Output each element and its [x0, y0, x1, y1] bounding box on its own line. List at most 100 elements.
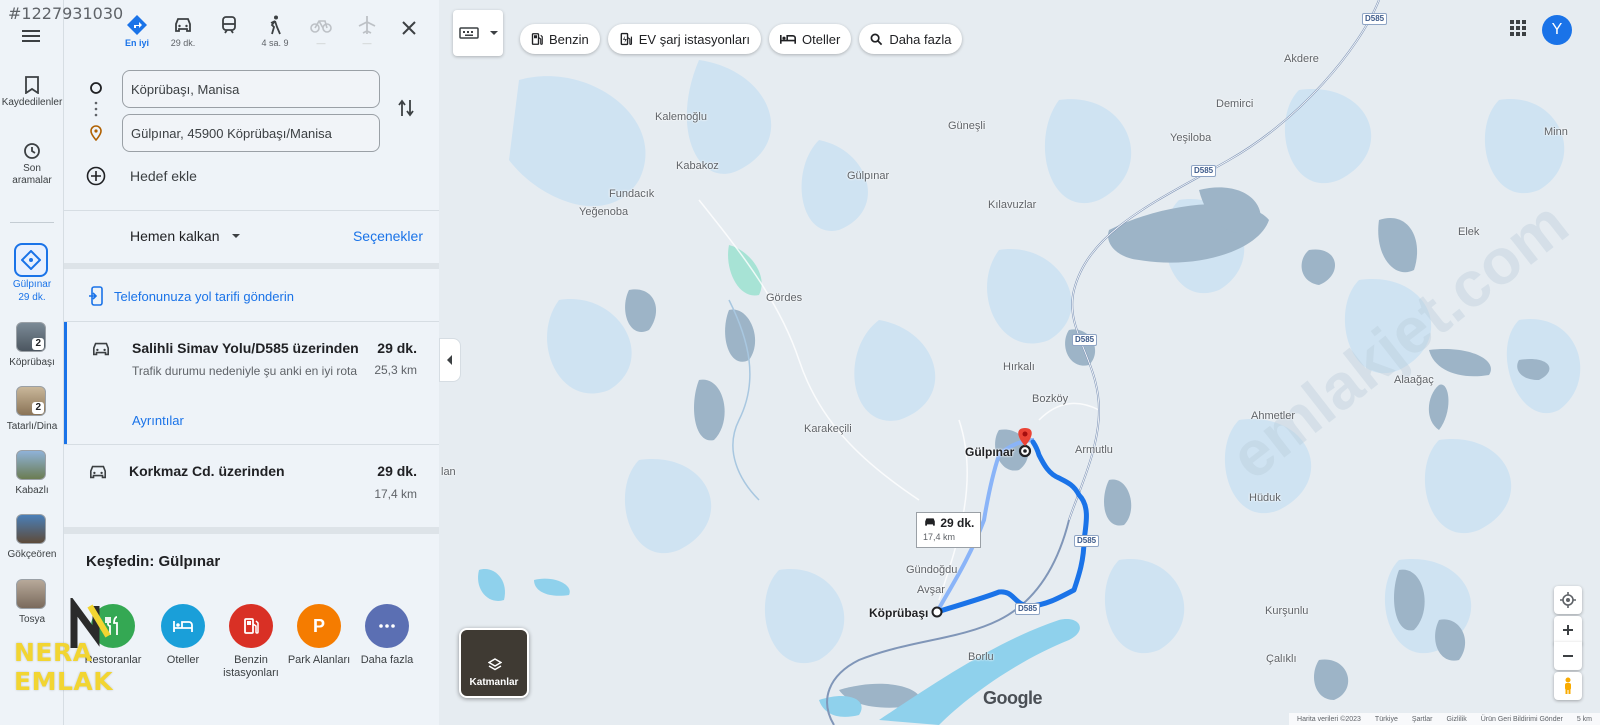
recent-place-thumb-0[interactable]: 2 — [16, 322, 46, 352]
recent-button[interactable]: Son aramalar — [0, 142, 64, 187]
route-title: Korkmaz Cd. üzerinden — [129, 463, 285, 479]
chip-gas[interactable]: Benzin — [520, 24, 600, 54]
route-details-link[interactable]: Ayrıntılar — [132, 413, 184, 428]
place-label: Kalemoğlu — [655, 111, 707, 123]
place-label: Kılavuzlar — [988, 199, 1037, 211]
explore-parking-button[interactable]: P Park Alanları — [282, 604, 356, 666]
explore-label: Oteller — [166, 654, 200, 666]
route-distance: 17,4 km — [374, 487, 417, 501]
add-circle-icon — [86, 166, 106, 186]
road-badge: D585 — [1015, 603, 1041, 615]
menu-button[interactable] — [0, 28, 64, 47]
send-to-phone-label: Telefonunuza yol tarifi gönderin — [114, 288, 294, 304]
place-label: Borlu — [968, 651, 994, 663]
origin-label[interactable]: Köprübaşı — [869, 606, 928, 620]
explore-more-button[interactable]: Daha fazla — [350, 604, 424, 666]
minus-icon — [1563, 655, 1573, 657]
map-canvas[interactable]: emlakjet.com Akdere Demirci Kalemoğlu Gü… — [439, 0, 1600, 725]
collapse-panel-button[interactable] — [439, 338, 461, 382]
transit-icon — [222, 16, 236, 34]
explore-title: Keşfedin: Gülpınar — [86, 553, 221, 570]
history-icon — [24, 143, 40, 159]
street-view-button[interactable] — [1554, 672, 1582, 700]
google-apps-button[interactable] — [1510, 20, 1526, 41]
car-icon — [925, 518, 935, 526]
swap-icon — [398, 99, 414, 117]
input-tools-button[interactable] — [453, 10, 503, 56]
selected-destination-button[interactable] — [14, 243, 48, 277]
place-label: Elek — [1458, 226, 1480, 238]
place-label: Güneşli — [948, 120, 986, 132]
my-location-button[interactable] — [1554, 586, 1582, 614]
destination-pin-icon — [89, 125, 103, 146]
tab-transit[interactable] — [206, 14, 252, 38]
destination-field[interactable] — [122, 114, 380, 152]
google-logo: Google — [983, 688, 1043, 708]
destination-label[interactable]: Gülpınar — [965, 445, 1014, 459]
my-location-icon — [1560, 592, 1576, 608]
saved-label: Kaydedilenler — [1, 97, 63, 108]
recent-place-label-3: Gökçeören — [7, 549, 57, 560]
route-distance: 25,3 km — [374, 363, 417, 377]
place-label: Kurşunlu — [1265, 605, 1309, 617]
place-label: Çalıklı — [1266, 653, 1297, 665]
recent-place-thumb-3[interactable] — [16, 514, 46, 544]
tab-flights[interactable]: — — [344, 14, 390, 48]
send-to-phone-icon — [89, 286, 103, 306]
origin-marker-icon — [89, 81, 103, 100]
divider — [64, 210, 439, 211]
add-destination-label: Hedef ekle — [130, 168, 197, 184]
route-time: 29 dk. — [377, 463, 417, 479]
tab-walking[interactable]: 4 sa. 9 — [252, 14, 298, 48]
account-avatar[interactable]: Y — [1542, 15, 1572, 45]
route-option-1[interactable]: Korkmaz Cd. üzerinden 29 dk. 17,4 km — [64, 445, 439, 525]
listing-id: #1227931030 — [8, 4, 124, 23]
recent-place-thumb-2[interactable] — [16, 450, 46, 480]
origin-field[interactable] — [122, 70, 380, 108]
close-directions-button[interactable] — [401, 20, 417, 41]
send-to-phone-button[interactable]: Telefonunuza yol tarifi gönderin — [88, 286, 294, 306]
chevron-down-icon — [231, 234, 240, 238]
zoom-out-button[interactable] — [1554, 642, 1582, 670]
add-destination-button[interactable]: Hedef ekle — [86, 166, 197, 186]
route-time-callout[interactable]: 29 dk. 17,4 km — [916, 512, 982, 548]
car-icon — [92, 342, 110, 356]
hotel-icon — [780, 35, 797, 44]
depart-label: Hemen kalkan — [130, 228, 220, 244]
options-button[interactable]: Seçenekler — [353, 228, 423, 244]
zoom-in-button[interactable] — [1554, 616, 1582, 644]
place-label: Gülpınar — [847, 170, 890, 182]
hotel-icon — [161, 604, 205, 648]
bookmark-icon — [25, 76, 39, 94]
route-option-0[interactable]: Salihli Simav Yolu/D585 üzerinden Trafik… — [64, 322, 439, 444]
flight-icon — [358, 16, 376, 34]
ev-charger-icon — [620, 32, 632, 46]
tab-driving[interactable]: 29 dk. — [160, 14, 206, 48]
origin-input[interactable] — [131, 81, 371, 97]
explore-gas-stations-button[interactable]: Benzin istasyonları — [214, 604, 288, 680]
apps-grid-icon — [1510, 20, 1526, 36]
tab-cycling[interactable]: — — [298, 14, 344, 48]
swap-button[interactable] — [397, 98, 415, 123]
parking-icon: P — [297, 604, 341, 648]
chip-ev-charging[interactable]: EV şarj istasyonları — [607, 24, 762, 54]
section-divider — [64, 527, 439, 534]
place-label: Bozköy — [1032, 393, 1069, 405]
road-badge: D585 — [1074, 535, 1100, 547]
road-badge: D585 — [1191, 165, 1217, 177]
place-label: Alaağaç — [1394, 374, 1434, 386]
explore-label: Daha fazla — [360, 654, 414, 666]
section-divider — [64, 263, 439, 269]
rail-divider — [10, 222, 54, 223]
search-icon — [870, 33, 883, 45]
recent-place-label-0: Köprübaşı — [9, 357, 55, 368]
chip-more[interactable]: Daha fazla — [859, 24, 963, 54]
destination-input[interactable] — [131, 125, 371, 141]
saved-button[interactable]: Kaydedilenler — [0, 76, 64, 109]
depart-time-dropdown[interactable]: Hemen kalkan — [130, 228, 244, 244]
chevron-left-icon — [447, 355, 452, 365]
layers-button[interactable]: Katmanlar — [459, 628, 529, 698]
chip-hotels[interactable]: Oteller — [769, 24, 852, 54]
layers-icon — [488, 658, 502, 671]
recent-place-thumb-1[interactable]: 2 — [16, 386, 46, 416]
